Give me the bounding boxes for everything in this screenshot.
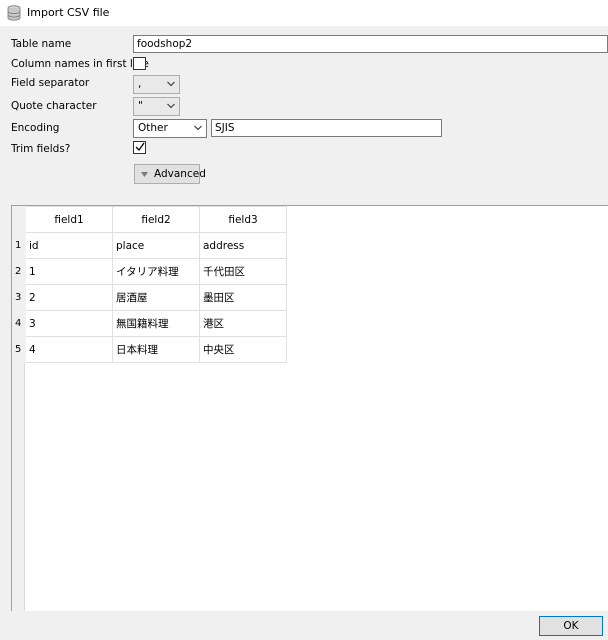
table-name-label: Table name [11,38,72,50]
table-row: 4 3 無国籍料理 港区 [12,310,287,337]
header-row: field1 field2 field3 [12,206,287,233]
ok-button[interactable]: OK [539,616,603,636]
column-header-field1[interactable]: field1 [25,206,113,233]
field-separator-value: , [138,78,142,90]
encoding-label: Encoding [11,122,60,134]
chevron-down-icon [167,103,175,109]
table-cell[interactable]: id [25,232,113,259]
table-cell[interactable]: 千代田区 [199,258,287,285]
encoding-custom-input[interactable]: SJIS [211,119,442,137]
table-cell[interactable]: address [199,232,287,259]
table-cell[interactable]: 墨田区 [199,284,287,311]
row-number: 2 [12,258,26,285]
advanced-label: Advanced [154,168,206,180]
table-row: 2 1 イタリア料理 千代田区 [12,258,287,285]
field-separator-label: Field separator [11,77,90,89]
chevron-down-icon [167,81,175,87]
dialog-footer [0,612,608,640]
table-cell[interactable]: place [112,232,200,259]
row-number: 1 [12,232,26,259]
table-row: 5 4 日本料理 中央区 [12,336,287,363]
quote-character-label: Quote character [11,100,97,112]
chevron-down-icon [194,125,202,131]
table-cell[interactable]: 中央区 [199,336,287,363]
encoding-value: Other [138,122,168,134]
advanced-button[interactable]: Advanced [134,164,206,184]
column-names-label: Column names in first line [11,58,149,70]
table-row: 1 id place address [12,232,287,259]
checkmark-icon [135,142,145,152]
preview-grid[interactable]: field1 field2 field3 1 id place address … [11,205,608,611]
table-cell[interactable]: 4 [25,336,113,363]
preview-table: field1 field2 field3 1 id place address … [12,206,287,363]
column-names-checkbox[interactable] [133,57,146,70]
database-icon [7,5,21,21]
corner-cell [12,206,26,233]
table-cell[interactable]: 無国籍料理 [112,310,200,337]
table-cell[interactable]: 居酒屋 [112,284,200,311]
row-number: 3 [12,284,26,311]
title-bar: Import CSV file [0,0,608,26]
quote-character-select[interactable]: " [133,97,180,116]
column-header-field2[interactable]: field2 [112,206,200,233]
field-separator-select[interactable]: , [133,75,180,94]
row-number: 4 [12,310,26,337]
table-cell[interactable]: 日本料理 [112,336,200,363]
triangle-down-icon [141,172,148,177]
table-name-input[interactable]: foodshop2 [133,35,608,53]
table-cell[interactable]: 1 [25,258,113,285]
trim-fields-label: Trim fields? [11,143,71,155]
quote-character-value: " [138,100,143,112]
encoding-select[interactable]: Other [133,119,207,138]
column-header-field3[interactable]: field3 [199,206,287,233]
row-number: 5 [12,336,26,363]
table-cell[interactable]: 3 [25,310,113,337]
table-cell[interactable]: 港区 [199,310,287,337]
trim-fields-checkbox[interactable] [133,141,146,154]
table-cell[interactable]: イタリア料理 [112,258,200,285]
table-cell[interactable]: 2 [25,284,113,311]
table-row: 3 2 居酒屋 墨田区 [12,284,287,311]
window-title: Import CSV file [27,6,110,19]
